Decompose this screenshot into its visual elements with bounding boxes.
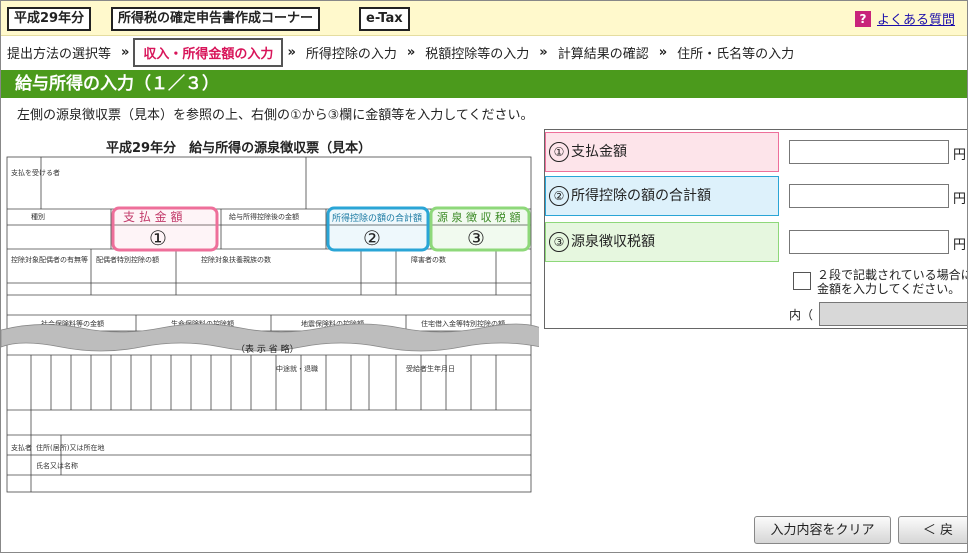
- breadcrumb-step-3: 所得控除の入力: [305, 46, 397, 62]
- breadcrumb-step-4: 税額控除等の入力: [425, 46, 530, 62]
- corner-tag: 所得税の確定申告書作成コーナー: [111, 7, 321, 31]
- sample-label-spouse-special: 配偶者特別控除の額: [96, 255, 159, 264]
- year-tag: 平成29年分: [7, 7, 92, 31]
- instruction-text: 左側の源泉徴収票（見本）を参照の上、右側の①から③欄に金額等を入力してください。: [17, 108, 534, 123]
- sample-box2-label: 所得控除の額の合計額: [332, 212, 422, 224]
- faq-label[interactable]: よくある質問: [877, 9, 955, 28]
- field1-number: ①: [549, 142, 569, 162]
- field1-unit: 円: [953, 148, 967, 163]
- page: 平成29年分 所得税の確定申告書作成コーナー e-Tax ? よくある質問 提出…: [0, 0, 968, 553]
- sample-withholding-slip: 平成29年分 給与所得の源泉徴収票（見本） 支払を受ける者 種別 給与所得控除後…: [1, 125, 539, 505]
- checkbox-note: ２段で記載されている場合に 金額を入力してください。: [817, 268, 968, 296]
- breadcrumb-separator: »: [121, 44, 130, 60]
- sample-label-recipient: 支払を受ける者: [11, 168, 60, 177]
- question-icon: ?: [854, 10, 871, 27]
- sample-label-dependents: 控除対象扶養親族の数: [201, 255, 271, 264]
- breadcrumb-step-6: 住所・氏名等の入力: [677, 46, 795, 62]
- sample-label-payer: 支払者: [11, 443, 32, 452]
- breadcrumb-separator: »: [658, 44, 668, 60]
- two-row-checkbox[interactable]: [793, 272, 811, 290]
- field2-number: ②: [549, 186, 569, 206]
- breadcrumb-separator: »: [287, 44, 296, 60]
- breadcrumb: 提出方法の選択等 » 収入・所得金額の入力 » 所得控除の入力 » 税額控除等の…: [1, 36, 967, 68]
- sample-label-after-deduction: 給与所得控除後の金額: [229, 212, 299, 221]
- breadcrumb-step-1: 提出方法の選択等: [7, 46, 112, 62]
- checkbox-note-line-1: ２段で記載されている場合に: [817, 268, 968, 282]
- sample-label-birthdate: 受給者生年月日: [406, 364, 455, 373]
- field2-label-text: 所得控除の額の合計額: [571, 188, 711, 204]
- field3-unit: 円: [953, 238, 967, 253]
- page-title: 給与所得の入力（１／３）: [1, 70, 967, 98]
- sample-mark-2: ②: [363, 226, 381, 250]
- field2-unit: 円: [953, 192, 967, 207]
- withholding-tax-input[interactable]: [789, 230, 949, 254]
- breadcrumb-separator: »: [539, 44, 548, 60]
- breadcrumb-separator: »: [406, 44, 416, 60]
- payment-amount-input[interactable]: [789, 140, 949, 164]
- uchi-label: 内（: [789, 308, 814, 322]
- uchi-input[interactable]: [819, 302, 967, 326]
- field3-label: ③ 源泉徴収税額: [545, 222, 779, 262]
- field1-label-text: 支払金額: [571, 144, 627, 160]
- back-button[interactable]: ＜ 戻: [898, 516, 967, 544]
- income-form: ① 支払金額 円 ② 所得控除の額の合計額 円 ③ 源泉徴収税額 円 ２段で記載されて…: [544, 129, 968, 329]
- top-header: 平成29年分 所得税の確定申告書作成コーナー e-Tax ? よくある質問: [1, 1, 967, 36]
- checkbox-note-line-2: 金額を入力してください。: [817, 282, 961, 296]
- field2-label: ② 所得控除の額の合計額: [545, 176, 779, 216]
- clear-input-button[interactable]: 入力内容をクリア: [754, 516, 891, 544]
- sample-omitted-label: （表 示 省 略）: [236, 343, 299, 355]
- sample-label-address: 住所(居所)又は所在地: [36, 443, 104, 452]
- sample-label-name: 氏名又は名称: [36, 461, 78, 470]
- sample-label-spouse: 控除対象配偶者の有無等: [11, 255, 88, 264]
- sample-box1-label: 支 払 金 額: [123, 209, 182, 224]
- sample-mark-3: ③: [467, 226, 485, 250]
- sample-label-disabled: 障害者の数: [411, 255, 446, 264]
- sample-title: 平成29年分 給与所得の源泉徴収票（見本）: [106, 140, 371, 156]
- sample-label-type: 種別: [31, 212, 45, 221]
- sample-label-midyear: 中途就・退職: [276, 364, 318, 373]
- faq-link[interactable]: ? よくある質問: [854, 9, 955, 28]
- deduction-total-input[interactable]: [789, 184, 949, 208]
- field1-label: ① 支払金額: [545, 132, 779, 172]
- breadcrumb-step-5: 計算結果の確認: [557, 46, 649, 62]
- field3-number: ③: [549, 232, 569, 252]
- field3-label-text: 源泉徴収税額: [571, 234, 655, 250]
- breadcrumb-step-2-active: 収入・所得金額の入力: [133, 37, 284, 67]
- sample-mark-1: ①: [149, 226, 167, 250]
- etax-tag: e-Tax: [359, 7, 410, 31]
- sample-box3-label: 源 泉 徴 収 税 額: [437, 210, 520, 224]
